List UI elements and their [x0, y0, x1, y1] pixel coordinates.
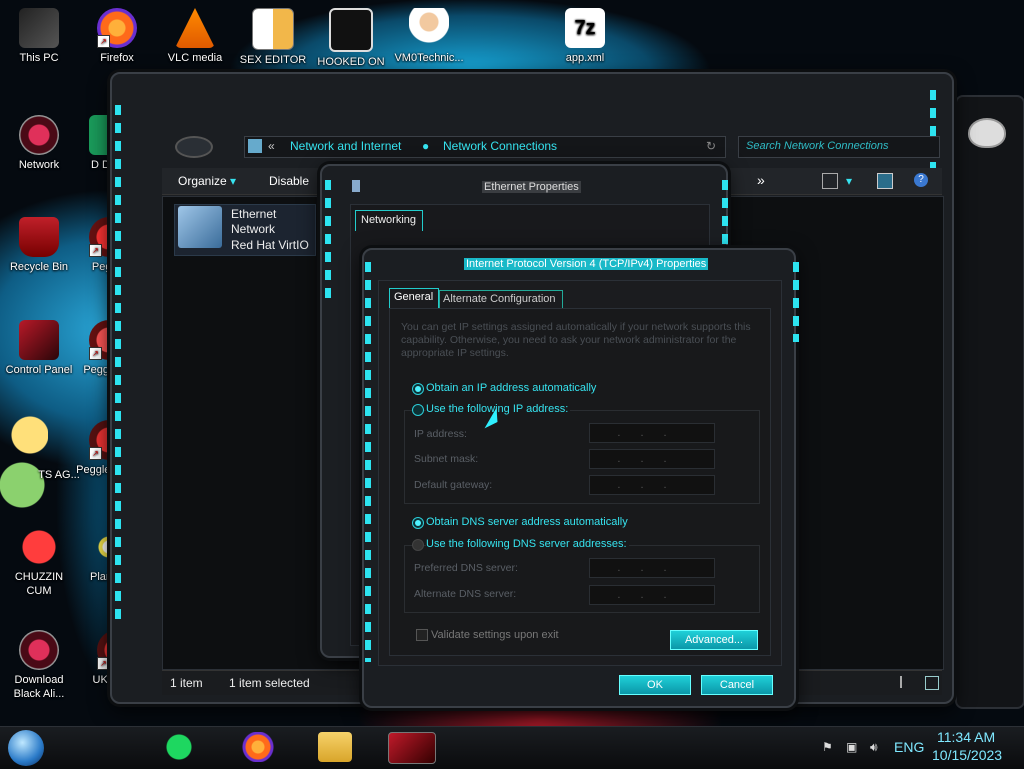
ethernet-frame-accent-left: [325, 180, 331, 300]
desktop-icon-recycle-bin[interactable]: Recycle Bin: [2, 217, 76, 274]
desktop-icon-network[interactable]: Network: [2, 115, 76, 172]
status-item-count: 1 item: [170, 676, 203, 690]
vlc-cone-icon: [175, 8, 215, 48]
subnet-mask-label: Subnet mask:: [414, 453, 479, 465]
doctor-icon: [409, 8, 449, 48]
sidebar-gadget: [955, 95, 1024, 709]
alternate-dns-field[interactable]: ...: [589, 585, 715, 605]
details-view-icon[interactable]: [900, 676, 908, 688]
breadcrumb-separator-icon: ●: [422, 139, 430, 153]
ok-button[interactable]: OK: [619, 675, 691, 695]
view-dropdown-icon[interactable]: ▾: [846, 174, 852, 188]
search-input[interactable]: Search Network Connections: [746, 140, 888, 152]
gear-icon: [175, 136, 213, 158]
preferred-dns-field[interactable]: ...: [589, 558, 715, 578]
tab-general-label: General: [394, 291, 434, 303]
refresh-icon[interactable]: ↻: [706, 139, 716, 153]
subnet-mask-field[interactable]: ...: [589, 449, 715, 469]
desktop-icon-vm0technic[interactable]: VM0Technic...: [392, 8, 466, 65]
desktop-icon-app-xml[interactable]: 7z app.xml: [548, 8, 622, 65]
more-commands-button[interactable]: »: [757, 172, 765, 188]
tray-language[interactable]: ENG: [894, 739, 924, 755]
ip-address-field[interactable]: ...: [589, 423, 715, 443]
computer-icon: [19, 8, 59, 48]
firefox-icon: ↗: [97, 8, 137, 48]
taskbar-control-panel-icon[interactable]: [388, 732, 436, 764]
obtain-dns-auto-label[interactable]: Obtain DNS server address automatically: [426, 516, 628, 528]
desktop-icon-download[interactable]: Download Black Ali...: [2, 630, 76, 701]
taskbar-spotify-icon[interactable]: [162, 732, 196, 762]
organize-dropdown-icon[interactable]: ▾: [230, 174, 236, 188]
ethernet-properties-title: Ethernet Properties: [482, 181, 581, 193]
tab-networking-label: Networking: [361, 214, 417, 226]
view-options-icon[interactable]: [822, 173, 838, 189]
chuzzle-icon: [19, 527, 59, 567]
help-icon[interactable]: ?: [914, 173, 928, 187]
maze-icon: [329, 8, 373, 52]
ipv4-frame-accent-right: [793, 262, 799, 342]
validate-checkbox[interactable]: [416, 629, 428, 641]
use-following-ip-radio[interactable]: [412, 404, 424, 416]
status-selected-count: 1 item selected: [229, 676, 310, 690]
ipv4-dialog-title: Internet Protocol Version 4 (TCP/IPv4) P…: [464, 258, 709, 270]
use-following-dns-label[interactable]: Use the following DNS server addresses:: [426, 538, 629, 550]
adapter-device: Red Hat VirtIO E: [231, 238, 313, 252]
use-following-dns-radio[interactable]: [412, 539, 424, 551]
advanced-button[interactable]: Advanced...: [670, 630, 758, 650]
ipv4-frame-accent-left: [365, 262, 371, 662]
large-icons-view-icon[interactable]: [925, 676, 939, 690]
control-panel-icon: [19, 320, 59, 360]
frame-accent-left: [115, 105, 121, 625]
disable-button[interactable]: Disable: [269, 174, 309, 188]
7zip-icon: 7z: [565, 8, 605, 48]
adapter-network: Network: [231, 222, 276, 236]
desktop-icon-chuzzin[interactable]: CHUZZIN CUM: [2, 527, 76, 598]
default-gateway-label: Default gateway:: [414, 479, 493, 491]
ethernet-properties-icon: [352, 180, 360, 192]
obtain-ip-auto-radio[interactable]: [412, 383, 424, 395]
desktop-icon-sex-editor[interactable]: SEX EDITOR: [236, 8, 310, 67]
desktop-icon-vlc[interactable]: VLC media: [158, 8, 232, 65]
tray-volume-icon[interactable]: 🔊︎: [870, 740, 878, 755]
breadcrumb-network-internet[interactable]: Network and Internet: [290, 139, 401, 153]
tray-flag-icon[interactable]: ⚑: [822, 740, 833, 754]
desktop-icon-firefox[interactable]: ↗ Firefox: [80, 8, 154, 65]
back-chevron-icon[interactable]: «: [268, 139, 275, 153]
network-folder-icon: [248, 139, 262, 153]
tray-time[interactable]: 11:34 AM: [937, 729, 995, 745]
preferred-dns-label: Preferred DNS server:: [414, 562, 518, 574]
desktop-icon-control-panel[interactable]: Control Panel: [2, 320, 76, 377]
tab-alternate-configuration-label: Alternate Configuration: [443, 293, 556, 305]
adapter-name: Ethernet: [231, 207, 277, 221]
default-gateway-field[interactable]: ...: [589, 475, 715, 495]
alternate-dns-label: Alternate DNS server:: [414, 588, 517, 600]
start-orb-icon[interactable]: [8, 730, 44, 766]
tray-date[interactable]: 10/15/2023: [932, 747, 1002, 763]
breadcrumb-network-connections[interactable]: Network Connections: [443, 139, 557, 153]
organize-button[interactable]: Organize: [178, 174, 227, 188]
obtain-dns-auto-radio[interactable]: [412, 517, 424, 529]
hxd-icon: [252, 8, 294, 50]
cancel-button[interactable]: Cancel: [701, 675, 773, 695]
network-orb-icon: [19, 115, 59, 155]
alienware-orb-icon: [19, 630, 59, 670]
preview-pane-icon[interactable]: [877, 173, 893, 189]
taskbar-file-explorer-icon[interactable]: [318, 732, 352, 762]
intro-text: You can get IP settings assigned automat…: [401, 321, 751, 359]
alien-head-icon: [968, 118, 1006, 148]
ip-address-label: IP address:: [414, 428, 467, 440]
tray-network-icon[interactable]: ▣: [846, 740, 857, 754]
taskbar-firefox-icon[interactable]: [241, 732, 275, 762]
desktop-icon-hooked-on[interactable]: HOOKED ON: [314, 8, 388, 69]
obtain-ip-auto-label[interactable]: Obtain an IP address automatically: [426, 382, 596, 394]
ethernet-adapter-icon: [178, 206, 222, 248]
desktop-icon-this-pc[interactable]: This PC: [2, 8, 76, 65]
recycle-bin-icon: [19, 217, 59, 257]
validate-label[interactable]: Validate settings upon exit: [431, 629, 559, 641]
